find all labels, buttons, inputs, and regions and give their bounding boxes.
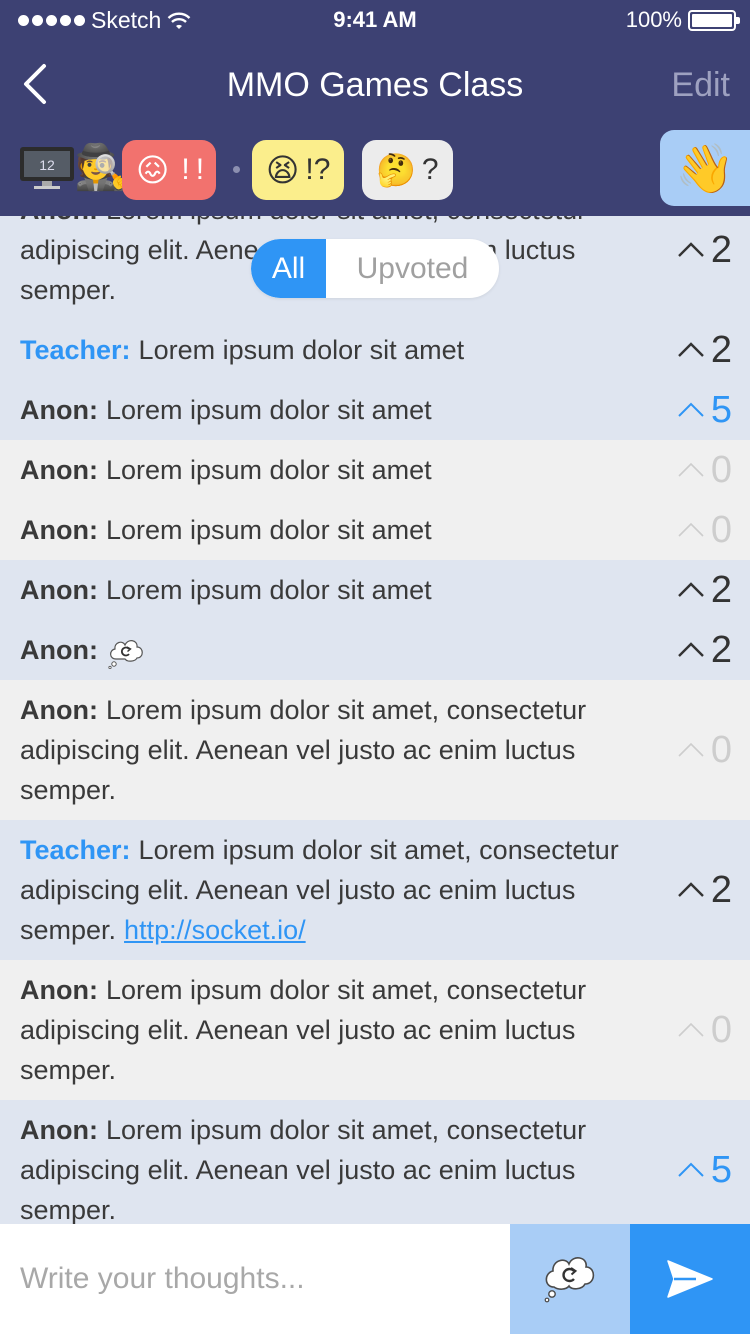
- separator-dot: [233, 166, 240, 173]
- frustrated-reaction-marks: !?: [305, 153, 331, 186]
- message-text: Lorem ipsum dolor sit amet: [105, 575, 432, 605]
- message-author: Anon:: [20, 515, 98, 545]
- confused-reaction-marks: !!: [181, 153, 211, 186]
- chevron-up-icon: [678, 462, 704, 477]
- message-row[interactable]: Anon:Lorem ipsum dolor sit amet, consect…: [0, 960, 750, 1100]
- upvote-button[interactable]: 2: [677, 570, 732, 610]
- message-author: Anon:: [20, 635, 98, 665]
- message-row[interactable]: Anon: Lorem ipsum dolor sit amet 0: [0, 440, 750, 500]
- upvote-button[interactable]: 0: [677, 730, 732, 770]
- message-text: Lorem ipsum dolor sit amet: [105, 455, 432, 485]
- status-bar: Sketch 9:41 AM 100%: [0, 0, 750, 40]
- frustrated-reaction-pill[interactable]: 😫 !?: [252, 140, 345, 200]
- message-text: Lorem ipsum dolor sit amet, consectetur …: [20, 975, 587, 1085]
- message-author: Anon:: [20, 216, 98, 225]
- message-author: Anon:: [20, 575, 98, 605]
- filter-all-tab[interactable]: All: [251, 239, 326, 298]
- vote-count: 2: [710, 229, 732, 271]
- confounded-face-icon: 😖: [136, 152, 176, 188]
- vote-count: 5: [710, 389, 732, 431]
- confused-reaction-pill[interactable]: 😖 !!: [122, 140, 217, 200]
- battery-label: 100%: [625, 7, 682, 32]
- upvote-button[interactable]: 0: [677, 1010, 732, 1050]
- wave-button[interactable]: 👋: [660, 130, 750, 206]
- chevron-up-icon: [678, 242, 704, 257]
- message-author: Teacher:: [20, 335, 131, 365]
- message-row[interactable]: Anon: Lorem ipsum dolor sit amet 5: [0, 380, 750, 440]
- message-text: Lorem ipsum dolor sit amet: [138, 335, 465, 365]
- upvote-button[interactable]: 0: [677, 450, 732, 490]
- chevron-up-icon: [678, 402, 704, 417]
- vote-count: 2: [710, 629, 732, 671]
- chevron-up-icon: [678, 1022, 704, 1037]
- thinking-reaction-marks: ?: [421, 153, 439, 186]
- message-text: Lorem ipsum dolor sit amet: [105, 515, 432, 545]
- battery-group: 100%: [625, 7, 740, 33]
- composer-bar: [0, 1224, 750, 1334]
- chevron-up-icon: [678, 342, 704, 357]
- vote-count: 5: [710, 1149, 732, 1191]
- vote-count: 2: [710, 329, 732, 371]
- upvote-button[interactable]: 2: [677, 330, 732, 370]
- message-row[interactable]: Teacher: Lorem ipsum dolor sit amet 2: [0, 320, 750, 380]
- upvote-button[interactable]: 5: [677, 390, 732, 430]
- message-author: Anon:: [20, 1115, 98, 1145]
- chevron-up-icon: [678, 582, 704, 597]
- upvote-button[interactable]: 0: [677, 510, 732, 550]
- chevron-up-icon: [678, 1162, 704, 1177]
- upvote-button[interactable]: 2: [677, 870, 732, 910]
- message-row[interactable]: Anon:Lorem ipsum dolor sit amet, consect…: [0, 1100, 750, 1224]
- vote-count: 0: [710, 729, 732, 771]
- loading-thought-bubble-icon: [108, 639, 143, 669]
- chevron-up-icon: [678, 522, 704, 537]
- vote-count: 0: [710, 509, 732, 551]
- chevron-up-icon: [678, 742, 704, 757]
- message-feed[interactable]: Anon:Lorem ipsum dolor sit amet, consect…: [0, 216, 750, 1224]
- message-row[interactable]: Anon: 2: [0, 620, 750, 680]
- upvote-button[interactable]: 2: [677, 630, 732, 670]
- edit-button[interactable]: Edit: [671, 66, 730, 105]
- waving-hand-icon: 👋: [675, 142, 735, 196]
- message-input[interactable]: [0, 1224, 510, 1334]
- thinking-reaction-pill[interactable]: 🤔 ?: [362, 140, 453, 200]
- monitor-number: 12: [39, 157, 55, 173]
- reaction-row: 12 🕵️ 😖 !! 😫 !? 🤔 ? 👋: [0, 130, 750, 206]
- page-title: MMO Games Class: [226, 66, 524, 104]
- vote-count: 2: [710, 569, 732, 611]
- message-row[interactable]: Anon: Lorem ipsum dolor sit amet 0: [0, 500, 750, 560]
- participant-avatars[interactable]: 12 🕵️: [18, 142, 129, 194]
- message-author: Anon:: [20, 975, 98, 1005]
- message-row[interactable]: Anon:Lorem ipsum dolor sit amet, consect…: [0, 680, 750, 820]
- message-text: Lorem ipsum dolor sit amet, consectetur …: [20, 695, 587, 805]
- message-author: Anon:: [20, 695, 98, 725]
- send-button[interactable]: [630, 1224, 750, 1334]
- message-row[interactable]: Anon: Lorem ipsum dolor sit amet 2: [0, 560, 750, 620]
- feed-filter-toggle[interactable]: All Upvoted: [251, 239, 499, 298]
- upvote-button[interactable]: 5: [677, 1150, 732, 1190]
- filter-upvoted-tab[interactable]: Upvoted: [326, 239, 499, 298]
- battery-icon: [688, 9, 740, 31]
- chevron-up-icon: [678, 882, 704, 897]
- message-text: Lorem ipsum dolor sit amet, consectetur …: [20, 1115, 587, 1224]
- tired-face-icon: 😫: [266, 152, 300, 188]
- message-author: Anon:: [20, 455, 98, 485]
- chevron-up-icon: [678, 642, 704, 657]
- message-author: Anon:: [20, 395, 98, 425]
- send-icon: [667, 1260, 713, 1298]
- thinking-face-icon: 🤔: [376, 152, 416, 188]
- header: Sketch 9:41 AM 100% MMO Games Class Edit…: [0, 0, 750, 216]
- nav-bar: MMO Games Class Edit: [0, 50, 750, 118]
- vote-count: 2: [710, 869, 732, 911]
- vote-count: 0: [710, 449, 732, 491]
- message-row[interactable]: Teacher: Lorem ipsum dolor sit amet, cons…: [0, 820, 750, 960]
- vote-count: 0: [710, 1009, 732, 1051]
- message-link[interactable]: http://socket.io/: [124, 915, 306, 945]
- detective-avatar-icon: 🕵️: [74, 143, 129, 192]
- computer-monitor-icon: 12: [20, 147, 74, 189]
- message-author: Teacher:: [20, 835, 131, 865]
- message-text: Lorem ipsum dolor sit amet: [105, 395, 432, 425]
- thought-bubble-button[interactable]: [510, 1224, 630, 1334]
- upvote-button[interactable]: 2: [677, 230, 732, 270]
- thought-bubble-icon: [544, 1257, 595, 1303]
